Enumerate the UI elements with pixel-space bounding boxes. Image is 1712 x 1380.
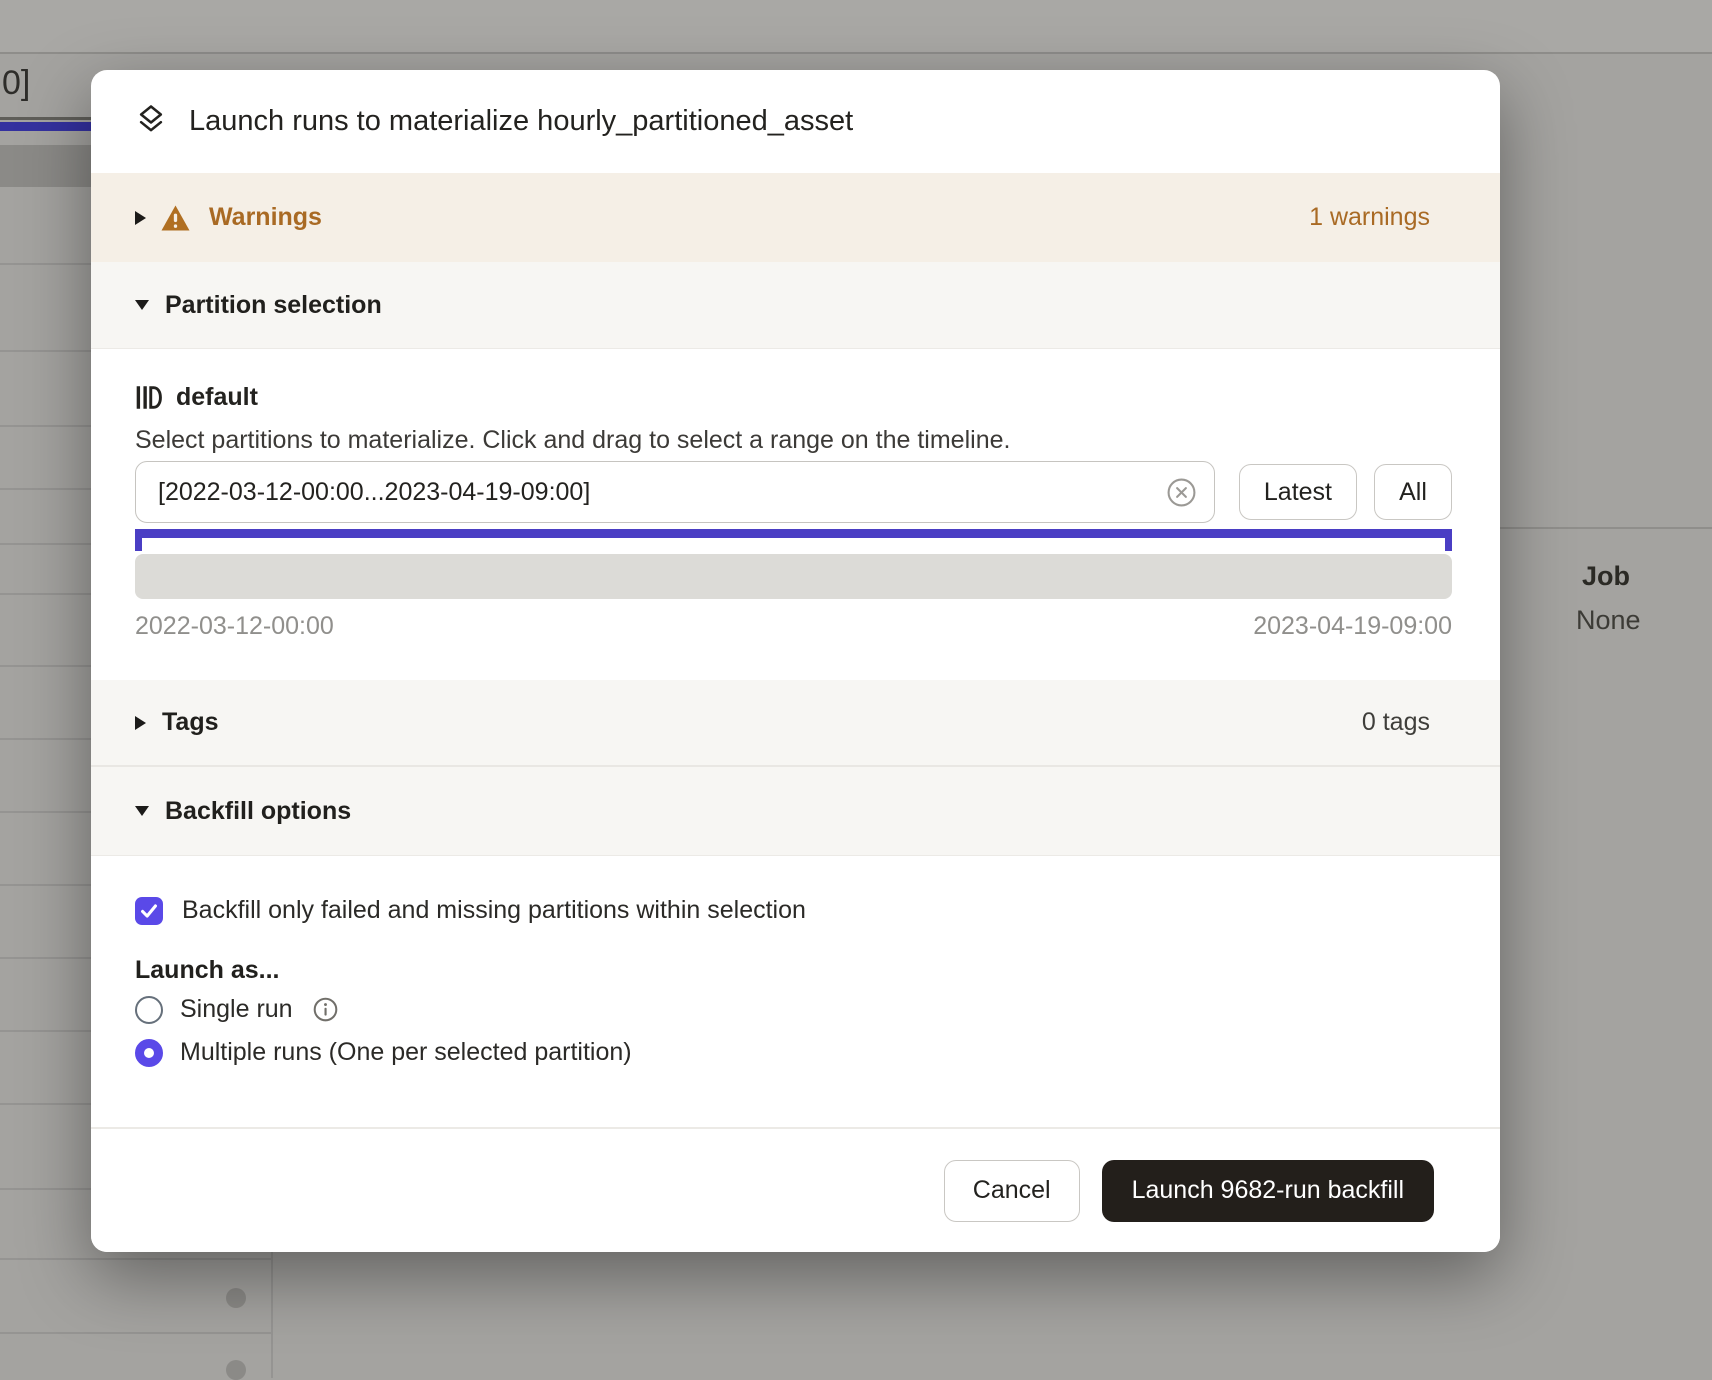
latest-button[interactable]: Latest [1239,464,1357,520]
clear-selection-icon[interactable] [1166,477,1197,508]
timeline-selection-range[interactable] [135,529,1452,538]
cancel-button[interactable]: Cancel [944,1160,1080,1222]
warnings-label: Warnings [209,203,322,232]
partition-range-input-wrap [135,461,1215,523]
info-icon[interactable] [312,996,339,1023]
multiple-runs-label: Multiple runs (One per selected partitio… [180,1038,632,1067]
multiple-runs-radio[interactable]: Multiple runs (One per selected partitio… [135,1038,1452,1067]
partition-selection-toggle[interactable]: Partition selection [91,262,1500,349]
warnings-count-badge: 1 warnings [1309,203,1430,232]
chevron-down-icon [135,806,149,816]
backfill-options-toggle[interactable]: Backfill options [91,767,1500,856]
single-run-label: Single run [180,995,293,1024]
partition-range-input[interactable] [135,461,1215,523]
radio-selected-icon [135,1039,163,1067]
partition-dimension-row: default [135,383,1452,411]
warnings-section-toggle[interactable]: Warnings 1 warnings [91,173,1500,262]
timeline-date-labels: 2022-03-12-00:00 2023-04-19-09:00 [135,612,1452,641]
backfill-options-body: Backfill only failed and missing partiti… [91,856,1500,1127]
dialog-footer: Cancel Launch 9682-run backfill [91,1127,1500,1252]
partition-helper-text: Select partitions to materialize. Click … [135,423,1452,457]
backfill-only-failed-checkbox[interactable]: Backfill only failed and missing partiti… [135,896,1452,925]
tags-count-badge: 0 tags [1362,708,1430,737]
backfill-options-header: Backfill options [165,797,351,826]
warning-triangle-icon [160,204,191,232]
checkbox-checked-icon [135,897,163,925]
partition-selection-header: Partition selection [165,291,382,320]
chevron-right-icon [135,211,146,225]
radio-unselected-icon [135,996,163,1024]
partition-dimension-name: default [176,383,258,412]
partition-timeline[interactable] [135,529,1452,599]
dialog-title: Launch runs to materialize hourly_partit… [189,105,853,138]
all-button[interactable]: All [1374,464,1452,520]
tags-header: Tags [162,708,219,737]
timeline-partitions-bar[interactable] [135,554,1452,599]
single-run-radio[interactable]: Single run [135,995,1452,1024]
chevron-down-icon [135,300,149,310]
dialog-header: Launch runs to materialize hourly_partit… [91,70,1500,173]
launch-as-label: Launch as... [135,956,1452,985]
partition-selection-body: default Select partitions to materialize… [91,349,1500,680]
tags-section-toggle[interactable]: Tags 0 tags [91,680,1500,767]
partition-set-icon [135,384,162,411]
launch-backfill-button[interactable]: Launch 9682-run backfill [1102,1160,1434,1222]
timeline-start-label: 2022-03-12-00:00 [135,612,334,641]
chevron-right-icon [135,716,146,730]
launch-backfill-dialog: Launch runs to materialize hourly_partit… [91,70,1500,1252]
timeline-end-label: 2023-04-19-09:00 [1253,612,1452,641]
materialize-layers-icon [135,103,167,140]
partition-range-row: Latest All [135,461,1452,523]
checkbox-label: Backfill only failed and missing partiti… [182,896,806,925]
